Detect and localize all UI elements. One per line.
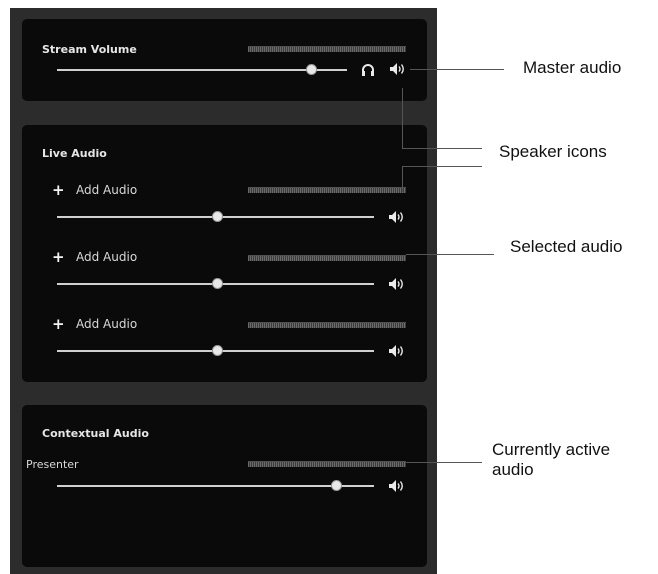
headphones-icon[interactable] (361, 63, 375, 76)
live-audio-section: Live Audio + Add Audio + Add Audio + Add… (22, 125, 427, 382)
callout-line-speakers-v (402, 88, 403, 148)
callout-line-speakers-h (402, 148, 482, 149)
callout-line-speakers-h2 (402, 166, 482, 167)
section-title: Contextual Audio (42, 427, 149, 440)
add-audio-label: Add Audio (76, 317, 138, 331)
volume-slider-knob[interactable] (306, 64, 317, 75)
add-audio-button[interactable]: + Add Audio (52, 316, 172, 332)
callout-line-master (410, 69, 504, 70)
volume-slider-track[interactable] (57, 69, 347, 71)
section-title: Live Audio (42, 147, 107, 160)
callout-selected-audio: Selected audio (510, 237, 623, 256)
stream-volume-section: Stream Volume (22, 19, 427, 101)
plus-icon: + (52, 181, 65, 199)
add-audio-label: Add Audio (76, 250, 138, 264)
speaker-icon[interactable] (388, 277, 406, 291)
callout-speaker-icons: Speaker icons (499, 142, 607, 161)
callout-currently-active-audio: Currently active audio (492, 440, 611, 479)
level-meter (248, 322, 406, 328)
audio-source-label: Presenter (26, 458, 79, 471)
volume-slider-knob[interactable] (331, 480, 342, 491)
add-audio-button[interactable]: + Add Audio (52, 249, 172, 265)
plus-icon: + (52, 248, 65, 266)
contextual-audio-section: Contextual Audio Presenter (22, 405, 427, 567)
speaker-icon[interactable] (389, 62, 407, 76)
speaker-icon[interactable] (388, 479, 406, 493)
level-meter (248, 255, 406, 261)
callout-line-selected (406, 254, 494, 255)
speaker-icon[interactable] (388, 210, 406, 224)
level-meter (248, 461, 406, 467)
volume-slider-track[interactable] (57, 485, 374, 487)
level-meter (248, 46, 406, 52)
callout-line-speakers-v2 (402, 166, 403, 192)
callout-line-active (406, 462, 482, 463)
volume-slider-knob[interactable] (212, 278, 223, 289)
add-audio-label: Add Audio (76, 183, 138, 197)
add-audio-button[interactable]: + Add Audio (52, 182, 172, 198)
volume-slider-knob[interactable] (212, 345, 223, 356)
callout-master-audio: Master audio (523, 58, 622, 77)
section-title: Stream Volume (42, 43, 137, 56)
volume-slider-knob[interactable] (212, 211, 223, 222)
speaker-icon[interactable] (388, 344, 406, 358)
level-meter (248, 187, 406, 193)
plus-icon: + (52, 315, 65, 333)
